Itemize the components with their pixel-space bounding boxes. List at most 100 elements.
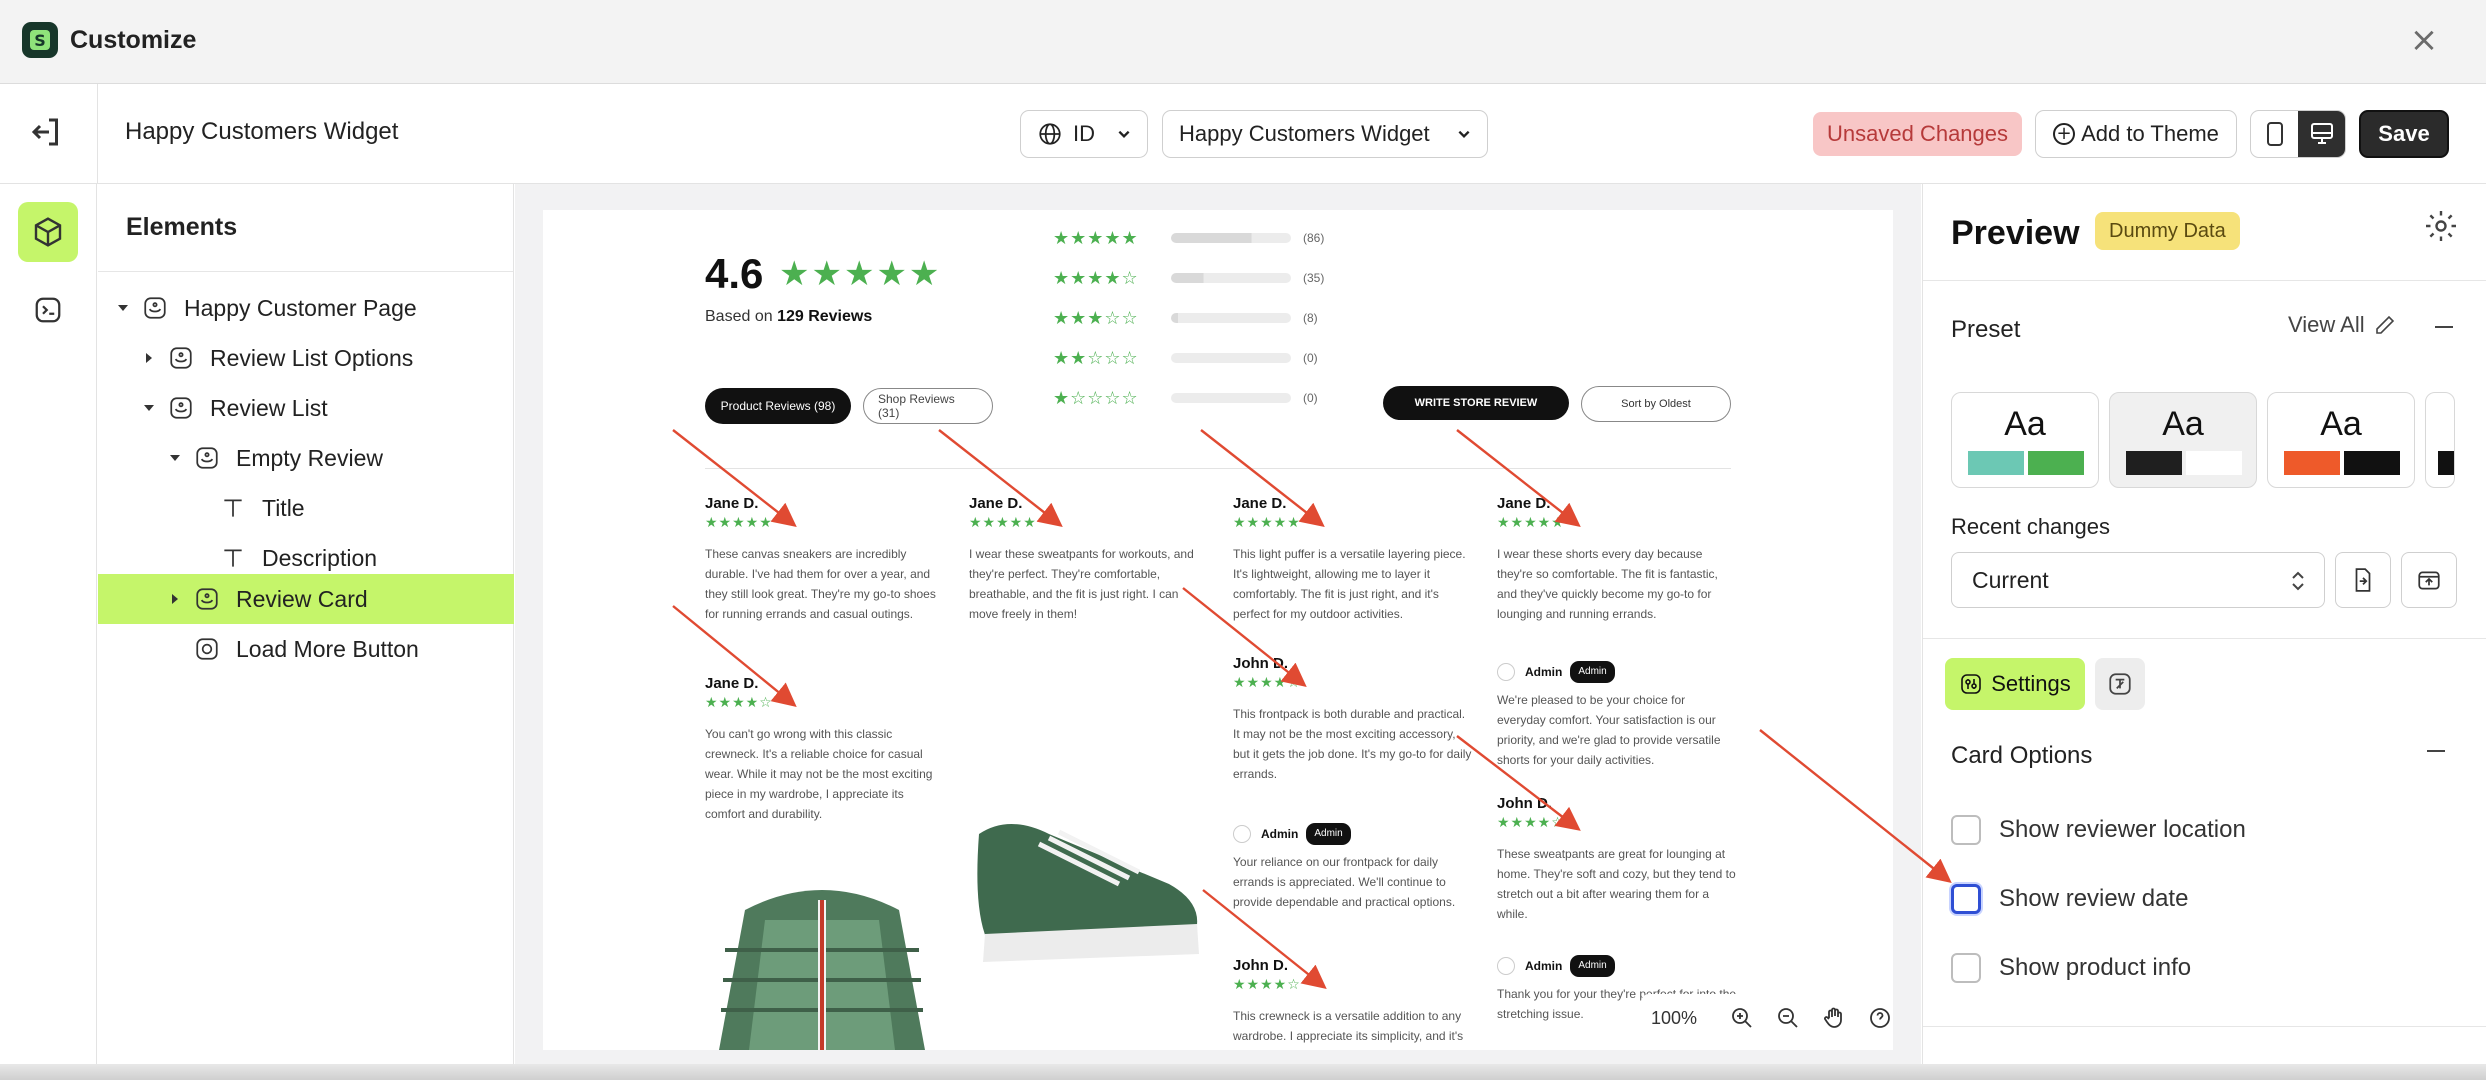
tree-item-review-card[interactable]: Review Card (98, 574, 514, 624)
import-button[interactable] (2335, 552, 2391, 608)
zoom-controls: 100% (1641, 994, 1893, 1042)
zoom-in-icon[interactable] (1727, 1003, 1757, 1033)
widget-select-value: Happy Customers Widget (1179, 121, 1430, 146)
tree-item-empty-review[interactable]: Empty Review (98, 433, 514, 483)
tree-label: Happy Customer Page (184, 294, 417, 321)
text-type-icon (224, 549, 242, 567)
preset-card[interactable]: Aa (2109, 392, 2257, 488)
option-label: Show product info (1999, 954, 2192, 981)
collapse-minus-icon[interactable] (2435, 326, 2453, 328)
tree-item-happy-customer-page[interactable]: Happy Customer Page (98, 283, 514, 333)
divider (1923, 1026, 2486, 1027)
chevron-down-icon (1118, 130, 1130, 138)
file-import-icon (2355, 568, 2371, 592)
caret-down-icon[interactable] (170, 455, 180, 461)
color-swatch (1968, 451, 2024, 475)
settings-tab[interactable]: Settings (1945, 658, 2085, 710)
preset-card[interactable] (2425, 392, 2455, 488)
recent-changes-select[interactable]: Current (1951, 552, 2325, 608)
device-toggle (2250, 110, 2346, 158)
caret-down-icon[interactable] (118, 305, 128, 311)
help-icon[interactable] (1865, 1003, 1893, 1033)
tree-label: Title (262, 494, 305, 521)
tree-label: Description (262, 544, 378, 571)
settings-tab-label: Settings (1991, 671, 2071, 696)
hand-icon[interactable] (1819, 1003, 1849, 1033)
export-icon (2418, 571, 2440, 590)
window-bottom-edge (0, 1064, 2486, 1080)
terminal-icon (35, 297, 61, 323)
add-to-theme-label: Add to Theme (2081, 121, 2219, 146)
tree-item-review-list-options[interactable]: Review List Options (98, 333, 514, 383)
elements-rail-button[interactable] (18, 202, 78, 262)
section-icon (196, 588, 218, 610)
style-icon (2109, 673, 2131, 695)
button-element-icon (196, 638, 218, 660)
color-swatch (2438, 451, 2454, 475)
zoom-level: 100% (1651, 1007, 1698, 1028)
divider (1923, 638, 2486, 639)
chevron-down-icon (1458, 130, 1470, 138)
export-button[interactable] (2401, 552, 2457, 608)
caret-right-icon[interactable] (146, 353, 152, 363)
section-icon (196, 447, 218, 469)
tree-item-load-more-button[interactable]: Load More Button (98, 624, 514, 674)
color-swatch (2126, 451, 2182, 475)
desktop-icon (2310, 123, 2333, 144)
canvas-area: 4.6 ★★★★★ Based on 129 Reviews ★★★★★ (86)… (515, 184, 1921, 1080)
checkbox[interactable] (1951, 953, 1981, 983)
tree-label: Empty Review (236, 444, 383, 471)
annotation-arrow (1759, 729, 1952, 883)
view-all-link[interactable]: View All (2288, 312, 2397, 338)
view-all-label: View All (2288, 312, 2365, 337)
page-name: Happy Customers Widget (125, 118, 399, 145)
preset-sample: Aa (2162, 405, 2204, 443)
option-show-product-info[interactable]: Show product info (1951, 948, 2191, 988)
section-icon (170, 347, 192, 369)
elements-panel: Elements Happy Customer Page Review List… (98, 184, 514, 1080)
close-icon[interactable]: × (2406, 20, 2442, 60)
updown-chevron-icon (2292, 571, 2304, 591)
style-tab[interactable] (2095, 658, 2145, 710)
collapse-minus-icon[interactable] (2427, 750, 2445, 752)
edit-icon (2375, 315, 2394, 334)
exit-icon[interactable] (28, 114, 64, 150)
zoom-out-icon[interactable] (1773, 1003, 1803, 1033)
properties-panel: Preview Dummy Data Preset View All Aa Aa… (1922, 184, 2486, 1080)
preset-card[interactable]: Aa (2267, 392, 2415, 488)
dummy-data-badge[interactable]: Dummy Data (2095, 212, 2240, 250)
card-options-heading: Card Options (1951, 742, 2093, 769)
unsaved-changes-badge: Unsaved Changes (1813, 112, 2023, 156)
panel-title: Preview (1951, 214, 2080, 252)
code-rail-button[interactable] (18, 280, 78, 340)
elements-heading: Elements (98, 184, 513, 272)
settings-sliders-icon (1961, 674, 1982, 694)
language-select[interactable]: ID (1020, 110, 1148, 158)
caret-down-icon[interactable] (144, 405, 154, 411)
add-to-theme-button[interactable]: + Add to Theme (2035, 110, 2237, 158)
option-show-review-date[interactable]: Show review date (1951, 879, 2188, 919)
preset-sample: Aa (2320, 405, 2362, 443)
mobile-view-button[interactable] (2251, 111, 2298, 157)
color-swatch (2344, 451, 2400, 475)
color-swatch (2284, 451, 2340, 475)
tree-label: Review Card (236, 585, 368, 612)
tree-item-title[interactable]: Title (98, 483, 514, 533)
widget-select[interactable]: Happy Customers Widget (1162, 110, 1488, 158)
cube-icon (34, 217, 62, 247)
save-button[interactable]: Save (2359, 110, 2449, 158)
color-swatch (2186, 451, 2242, 475)
desktop-view-button[interactable] (2298, 111, 2345, 157)
globe-icon (1039, 123, 1061, 145)
option-show-reviewer-location[interactable]: Show reviewer location (1951, 810, 2246, 850)
logo-s-icon: S (30, 30, 50, 50)
tree-item-review-list[interactable]: Review List (98, 383, 514, 433)
text-type-icon (224, 499, 242, 517)
tree-label: Review List Options (210, 344, 414, 371)
preset-card[interactable]: Aa (1951, 392, 2099, 488)
plus-circle-icon: + (2053, 123, 2076, 145)
recent-changes-value: Current (1972, 566, 2049, 593)
toolbar: Happy Customers Widget ID Happy Customer… (0, 84, 2486, 184)
caret-right-icon[interactable] (172, 594, 178, 604)
gear-icon[interactable] (2423, 208, 2459, 244)
